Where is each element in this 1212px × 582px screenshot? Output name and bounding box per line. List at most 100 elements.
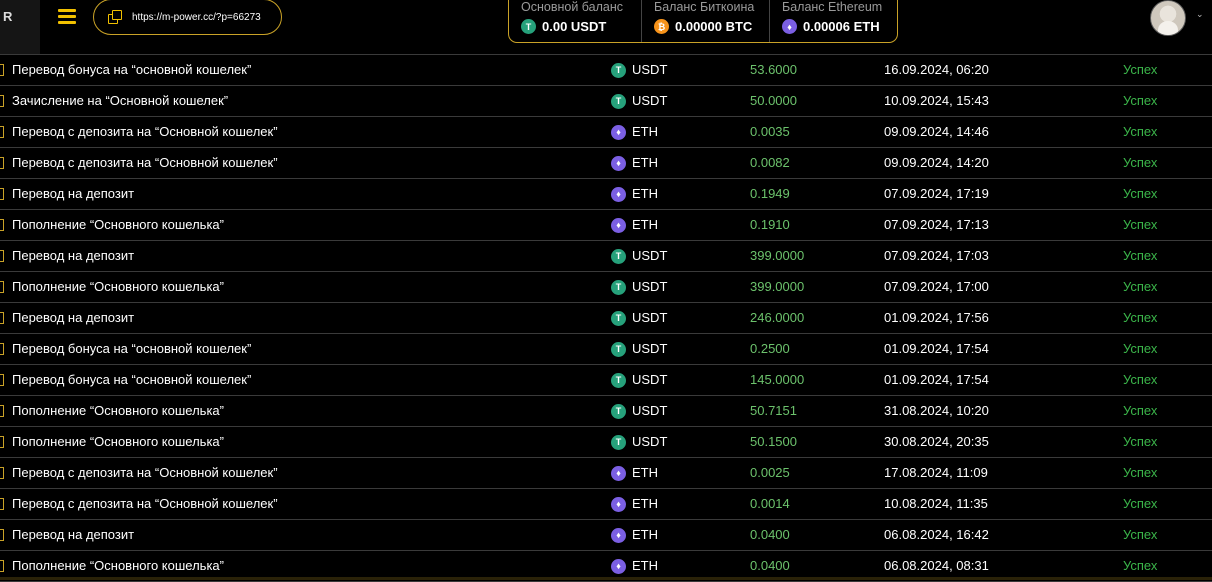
table-row: Пополнение “Основного кошелька” T USDT 50.1… [0, 426, 1212, 457]
transaction-amount: 0.1910 [750, 217, 790, 232]
row-type-icon [0, 281, 4, 293]
transaction-amount: 0.1949 [750, 186, 790, 201]
transaction-date: 01.09.2024, 17:54 [884, 372, 989, 387]
row-type-icon [0, 188, 4, 200]
currency-label: USDT [632, 372, 668, 387]
status-badge: Успех [1123, 527, 1158, 542]
table-row: Зачисление на “Основной кошелек” T USDT 50.… [0, 85, 1212, 116]
transaction-currency: ♦ ETH [611, 458, 658, 488]
referral-link-text: https://m-power.cc/?p=66273 [132, 11, 261, 23]
eth-icon: ♦ [611, 155, 626, 171]
top-bar: R https://m-power.cc/?p=66273 Основной б… [0, 0, 1212, 54]
chevron-down-icon[interactable]: ⌄ [1196, 9, 1204, 20]
avatar[interactable] [1150, 0, 1186, 36]
currency-label: USDT [632, 279, 668, 294]
table-row: Пополнение “Основного кошелька” T USDT 399.… [0, 271, 1212, 302]
eth-icon: ♦ [611, 186, 626, 202]
transaction-date: 17.08.2024, 11:09 [884, 465, 988, 480]
currency-label: USDT [632, 434, 668, 449]
balance-value: 0.00 USDT [542, 19, 607, 34]
transaction-currency: T USDT [611, 365, 667, 395]
transaction-description: Перевод на депозит [12, 248, 135, 263]
usdt-icon: T [611, 310, 626, 326]
transaction-currency: ♦ ETH [611, 148, 658, 178]
transaction-date: 10.09.2024, 15:43 [884, 93, 989, 108]
transaction-description: Перевод с депозита на “Основной кошелек” [12, 124, 278, 139]
transaction-date: 10.08.2024, 11:35 [884, 496, 988, 511]
transaction-amount: 0.0035 [750, 124, 790, 139]
hamburger-menu-icon[interactable] [58, 9, 76, 25]
row-type-icon [0, 157, 4, 169]
row-type-icon [0, 436, 4, 448]
transactions-table: Перевод бонуса на “основной кошелек” T USD… [0, 54, 1212, 582]
transaction-date: 07.09.2024, 17:13 [884, 217, 989, 232]
currency-label: USDT [632, 62, 668, 77]
usdt-icon: T [611, 279, 626, 295]
logo[interactable]: R [0, 0, 40, 54]
row-type-icon [0, 560, 4, 572]
transaction-description: Перевод на депозит [12, 310, 135, 325]
row-type-icon [0, 219, 4, 231]
status-badge: Успех [1123, 279, 1158, 294]
table-row: Перевод на депозит T USDT 246.0000 01.09.202… [0, 302, 1212, 333]
status-badge: Успех [1123, 434, 1158, 449]
status-badge: Успех [1123, 93, 1158, 108]
status-badge: Успех [1123, 248, 1158, 263]
usdt-icon: T [611, 403, 626, 419]
row-type-icon [0, 250, 4, 262]
usdt-icon: T [611, 93, 626, 109]
status-badge: Успех [1123, 496, 1158, 511]
status-badge: Успех [1123, 124, 1158, 139]
status-badge: Успех [1123, 186, 1158, 201]
balance-value: 0.00006 ETH [803, 19, 880, 34]
btc-icon: ₿ [654, 19, 669, 34]
currency-label: ETH [632, 217, 658, 232]
status-badge: Успех [1123, 62, 1158, 77]
transaction-amount: 0.0400 [750, 527, 790, 542]
transaction-currency: T USDT [611, 241, 667, 271]
transaction-description: Перевод с депозита на “Основной кошелек” [12, 465, 278, 480]
transaction-currency: ♦ ETH [611, 117, 658, 147]
row-type-icon [0, 467, 4, 479]
status-badge: Успех [1123, 155, 1158, 170]
transaction-currency: T USDT [611, 427, 667, 457]
status-badge: Успех [1123, 310, 1158, 325]
transaction-amount: 0.0025 [750, 465, 790, 480]
row-type-icon [0, 64, 4, 76]
transaction-date: 07.09.2024, 17:03 [884, 248, 989, 263]
referral-link-box[interactable]: https://m-power.cc/?p=66273 [93, 0, 282, 35]
status-badge: Успех [1123, 341, 1158, 356]
usdt-icon: T [521, 19, 536, 34]
transaction-currency: T USDT [611, 272, 667, 302]
status-badge: Успех [1123, 217, 1158, 232]
balance-title: Баланс Биткоина [654, 0, 755, 14]
table-row: Перевод с депозита на “Основной кошелек”… [0, 488, 1212, 519]
table-row: Пополнение “Основного кошелька” T USDT 50.7… [0, 395, 1212, 426]
transaction-description: Перевод с депозита на “Основной кошелек” [12, 496, 278, 511]
currency-label: USDT [632, 403, 668, 418]
table-row: Перевод на депозит ♦ ETH 0.1949 07.09.2024, … [0, 178, 1212, 209]
table-row: Перевод бонуса на “основной кошелек” T USD… [0, 364, 1212, 395]
eth-icon: ♦ [782, 19, 797, 34]
eth-icon: ♦ [611, 217, 626, 233]
transaction-date: 16.09.2024, 06:20 [884, 62, 989, 77]
currency-label: ETH [632, 465, 658, 480]
balance-title: Основной баланс [521, 0, 624, 14]
transaction-currency: ♦ ETH [611, 520, 658, 550]
transaction-date: 30.08.2024, 20:35 [884, 434, 989, 449]
row-type-icon [0, 343, 4, 355]
transaction-amount: 399.0000 [750, 248, 805, 263]
currency-label: USDT [632, 93, 668, 108]
row-type-icon [0, 126, 4, 138]
transaction-date: 07.09.2024, 17:00 [884, 279, 989, 294]
table-row: Перевод с депозита на “Основной кошелек”… [0, 457, 1212, 488]
table-row: Перевод на депозит T USDT 399.0000 07.09.202… [0, 240, 1212, 271]
copy-icon[interactable] [108, 10, 122, 24]
table-row: Пополнение “Основного кошелька” ♦ ETH 0.191… [0, 209, 1212, 240]
transaction-description: Перевод бонуса на “основной кошелек” [12, 341, 252, 356]
transaction-amount: 246.0000 [750, 310, 805, 325]
row-type-icon [0, 374, 4, 386]
transaction-currency: T USDT [611, 303, 667, 333]
transaction-amount: 50.0000 [750, 93, 797, 108]
transaction-amount: 53.6000 [750, 62, 797, 77]
